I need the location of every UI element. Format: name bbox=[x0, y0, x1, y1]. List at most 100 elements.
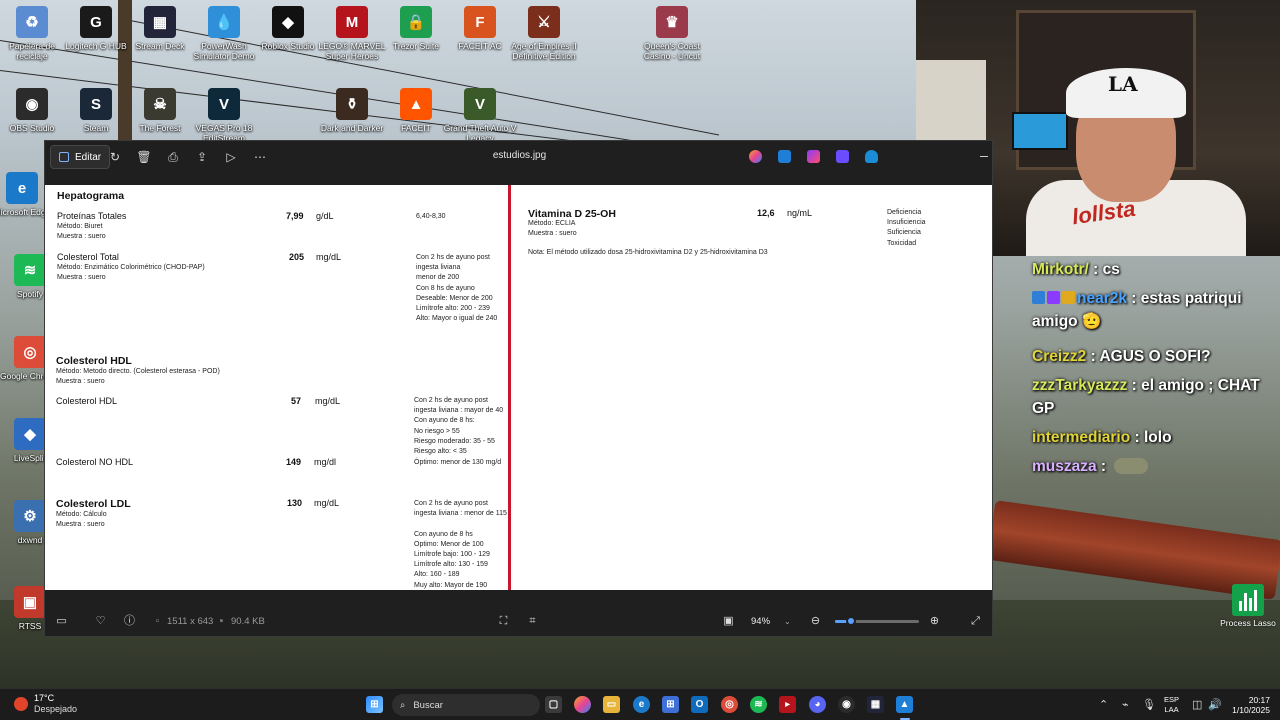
reference-line: Con ayuno de 8 hs bbox=[414, 530, 473, 538]
rotate-icon[interactable]: ↻ bbox=[107, 149, 123, 165]
task-view-icon[interactable]: ▢ bbox=[545, 696, 562, 713]
spotify-icon[interactable]: ≋ bbox=[750, 696, 767, 713]
stream-deck-icon[interactable]: ▦ bbox=[867, 696, 884, 713]
test-value: 12,6 bbox=[757, 208, 775, 218]
chat-username[interactable]: intermediario bbox=[1032, 429, 1130, 446]
desktop-icon-label: dxwnd bbox=[17, 535, 43, 545]
print-icon[interactable]: ⎙ bbox=[165, 149, 181, 165]
reference-line: Muy alto: Mayor de 190 bbox=[414, 581, 488, 589]
obs-icon: ◉ bbox=[16, 88, 48, 120]
desktop-icon-process-lasso[interactable]: Process Lasso bbox=[1220, 584, 1276, 628]
photos-editor-icon[interactable] bbox=[778, 150, 791, 163]
zoom-slider[interactable] bbox=[835, 616, 919, 626]
desktop-icon-label: Age of Empires II Definitive Edition bbox=[511, 41, 577, 61]
desktop-icon[interactable]: V VEGAS Pro 18 EditStream bbox=[186, 88, 262, 143]
reference-line: Con 2 hs de ayuno post bbox=[416, 254, 490, 261]
start-icon[interactable]: ⊞ bbox=[366, 696, 383, 713]
edit-icon bbox=[59, 152, 69, 162]
crop-icon[interactable]: ⛶ bbox=[497, 615, 510, 628]
casino-icon: ♛ bbox=[656, 6, 688, 38]
reference-line: Alto: Mayor o igual de 240 bbox=[416, 315, 498, 323]
zoom-dropdown[interactable]: 94% ⌄ bbox=[745, 611, 801, 631]
lego-marvel-icon: M bbox=[336, 6, 368, 38]
zoom-in-icon[interactable]: ⊕ bbox=[928, 615, 941, 628]
zoom-slider-knob[interactable] bbox=[845, 616, 856, 626]
visual-search-icon[interactable]: ⌗ bbox=[526, 615, 539, 628]
copilot-icon[interactable] bbox=[574, 696, 591, 713]
fullscreen-icon[interactable]: ⤢ bbox=[969, 615, 982, 628]
chat-separator: : bbox=[1086, 348, 1100, 365]
filmstrip-icon[interactable]: ▭ bbox=[55, 615, 68, 628]
chat-separator: : bbox=[1130, 429, 1144, 446]
chat-message: near2k : estas patriqui amigo 🫡 bbox=[1032, 287, 1278, 333]
aoe-icon: ⚔ bbox=[528, 6, 560, 38]
minimize-button[interactable] bbox=[980, 156, 988, 157]
taskbar-search[interactable]: ⌕ Buscar bbox=[392, 694, 540, 716]
copilot-icon[interactable] bbox=[749, 150, 762, 163]
edge-icon[interactable]: e bbox=[633, 696, 650, 713]
photos-icon[interactable]: ▲ bbox=[896, 696, 913, 713]
image-dimensions: 1511 x 643 bbox=[167, 616, 214, 627]
clock[interactable]: 20:17 1/10/2025 bbox=[1220, 695, 1270, 715]
outlook-icon[interactable]: O bbox=[691, 696, 708, 713]
edit-button[interactable]: Editar bbox=[50, 145, 111, 169]
slideshow-icon[interactable]: ▷ bbox=[223, 149, 239, 165]
share-icon[interactable]: ⇪ bbox=[194, 149, 210, 165]
fit-icon[interactable]: ▣ bbox=[722, 615, 735, 628]
weather-desc: Despejado bbox=[34, 704, 78, 714]
wifi-icon[interactable]: ◫ bbox=[1192, 698, 1202, 711]
chat-badge-icon bbox=[1062, 291, 1075, 304]
trezor-icon: 🔒 bbox=[400, 6, 432, 38]
desktop-icon-label: Dark and Darker bbox=[320, 123, 384, 133]
language-indicator[interactable]: ESP LAA bbox=[1164, 695, 1179, 715]
delete-icon[interactable]: 🗑 bbox=[136, 149, 152, 165]
chat-username[interactable]: Mirkotr/ bbox=[1032, 261, 1089, 278]
onedrive-icon[interactable] bbox=[865, 150, 878, 163]
clipchamp-icon[interactable] bbox=[807, 150, 820, 163]
chat-message: Creizz2 : AGUS O SOFI? bbox=[1032, 345, 1278, 368]
more-icon[interactable]: ⋯ bbox=[252, 149, 268, 165]
chrome-icon[interactable]: ◎ bbox=[721, 696, 738, 713]
tray-overflow-icon[interactable]: ⌃ bbox=[1099, 698, 1108, 711]
chat-username[interactable]: muszaza bbox=[1032, 458, 1097, 475]
test-sample: Muestra : suero bbox=[57, 274, 106, 281]
file-size: 90.4 KB bbox=[231, 616, 265, 627]
app-icon[interactable] bbox=[836, 150, 849, 163]
chat-separator: : bbox=[1127, 377, 1142, 394]
chevron-down-icon: ⌄ bbox=[784, 616, 791, 626]
search-icon: ⌕ bbox=[400, 699, 406, 711]
weather-widget[interactable]: 17°C Despejado bbox=[14, 693, 77, 715]
favorite-icon[interactable]: ♡ bbox=[94, 615, 107, 628]
faceit-icon: ▲ bbox=[400, 88, 432, 120]
desktop-icon[interactable]: V Grand Theft Auto V Legacy bbox=[442, 88, 518, 143]
the-forest-icon: ☠ bbox=[144, 88, 176, 120]
obs-icon[interactable]: ◉ bbox=[838, 696, 855, 713]
test-name: Proteínas Totales bbox=[57, 211, 127, 221]
chat-username[interactable]: near2k bbox=[1077, 290, 1127, 307]
test-value: 149 bbox=[286, 457, 302, 467]
desktop-icon[interactable]: ⚔ Age of Empires II Definitive Edition bbox=[506, 6, 582, 61]
desktop-icon-label: Spotify bbox=[17, 289, 43, 299]
discord-icon[interactable]: ◕ bbox=[809, 696, 826, 713]
rtss-icon: ▣ bbox=[14, 586, 46, 618]
store-icon[interactable]: ⊞ bbox=[662, 696, 679, 713]
reference-line: Insuficiencia bbox=[887, 219, 926, 227]
test-value: 57 bbox=[291, 396, 302, 406]
chat-username[interactable]: Creizz2 bbox=[1032, 348, 1086, 365]
network-icon[interactable]: ⌁ bbox=[1122, 698, 1129, 711]
microphone-icon[interactable]: 🎙 bbox=[1142, 698, 1156, 711]
desktop-icon[interactable]: ♛ Queen's Coast Casino - Uncut bbox=[634, 6, 710, 61]
video-app-icon[interactable]: ▶ bbox=[779, 696, 796, 713]
info-icon[interactable]: ⓘ bbox=[123, 615, 136, 628]
chat-text: lolo bbox=[1143, 429, 1172, 446]
file-explorer-icon[interactable]: ▭ bbox=[603, 696, 620, 713]
desktop-icon-label: The Forest bbox=[139, 123, 181, 133]
roblox-icon: ◆ bbox=[272, 6, 304, 38]
chat-separator: : bbox=[1088, 261, 1103, 278]
reference-line: Limítrofe alto: 200 - 239 bbox=[416, 305, 490, 313]
chat-username[interactable]: zzzTarkyazzz bbox=[1032, 377, 1127, 394]
chat-message: intermediario : lolo bbox=[1032, 426, 1278, 449]
zoom-out-icon[interactable]: ⊖ bbox=[809, 615, 822, 628]
test-header: Vitamina D 25-OH bbox=[528, 208, 616, 220]
test-header: Colesterol LDL bbox=[56, 498, 131, 510]
